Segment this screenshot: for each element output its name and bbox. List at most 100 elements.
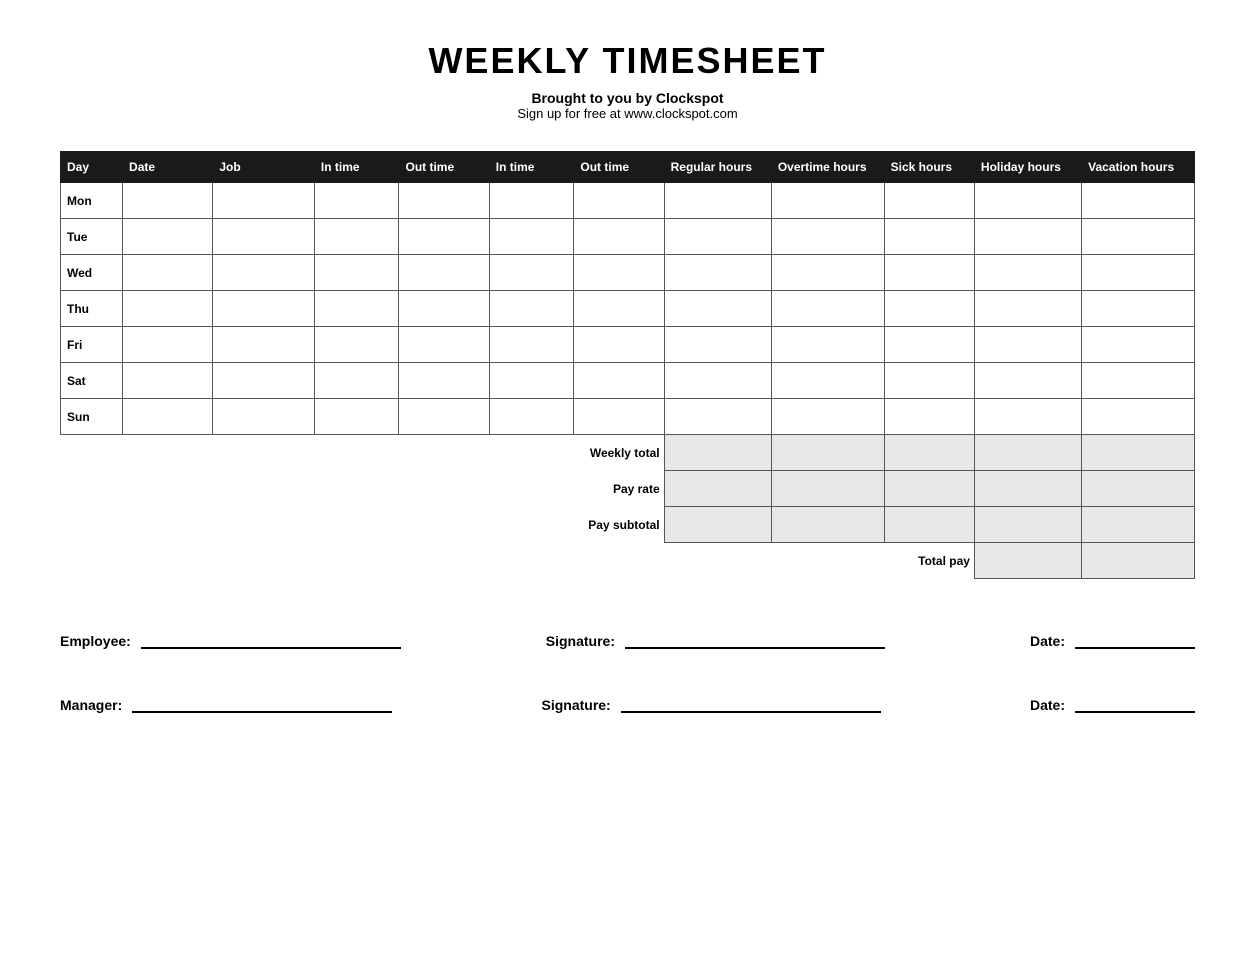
cell-sat-sick[interactable] bbox=[884, 363, 974, 399]
cell-mon-date[interactable] bbox=[123, 183, 213, 219]
cell-tue-regular[interactable] bbox=[664, 219, 771, 255]
cell-fri-sick[interactable] bbox=[884, 327, 974, 363]
cell-wed-job[interactable] bbox=[213, 255, 315, 291]
cell-payrate-vacation[interactable] bbox=[1082, 471, 1195, 507]
cell-tue-out1[interactable] bbox=[399, 219, 489, 255]
cell-sun-in2[interactable] bbox=[489, 399, 574, 435]
cell-fri-in2[interactable] bbox=[489, 327, 574, 363]
manager-signature-line[interactable] bbox=[621, 693, 881, 713]
cell-tue-job[interactable] bbox=[213, 219, 315, 255]
cell-sun-job[interactable] bbox=[213, 399, 315, 435]
cell-wed-in1[interactable] bbox=[314, 255, 399, 291]
cell-wed-date[interactable] bbox=[123, 255, 213, 291]
cell-sat-in1[interactable] bbox=[314, 363, 399, 399]
cell-tue-overtime[interactable] bbox=[771, 219, 884, 255]
cell-mon-in2[interactable] bbox=[489, 183, 574, 219]
cell-sun-holiday[interactable] bbox=[974, 399, 1081, 435]
cell-sun-vacation[interactable] bbox=[1082, 399, 1195, 435]
cell-thu-in2[interactable] bbox=[489, 291, 574, 327]
cell-mon-holiday[interactable] bbox=[974, 183, 1081, 219]
cell-subtotal-sick[interactable] bbox=[884, 507, 974, 543]
cell-fri-overtime[interactable] bbox=[771, 327, 884, 363]
cell-totalpay-col1[interactable] bbox=[974, 543, 1081, 579]
employee-line[interactable] bbox=[141, 629, 401, 649]
cell-thu-vacation[interactable] bbox=[1082, 291, 1195, 327]
cell-wed-out1[interactable] bbox=[399, 255, 489, 291]
cell-total-vacation[interactable] bbox=[1082, 435, 1195, 471]
cell-sat-job[interactable] bbox=[213, 363, 315, 399]
cell-wed-sick[interactable] bbox=[884, 255, 974, 291]
cell-sat-holiday[interactable] bbox=[974, 363, 1081, 399]
cell-sun-sick[interactable] bbox=[884, 399, 974, 435]
cell-tue-holiday[interactable] bbox=[974, 219, 1081, 255]
cell-payrate-regular[interactable] bbox=[664, 471, 771, 507]
cell-wed-overtime[interactable] bbox=[771, 255, 884, 291]
cell-mon-vacation[interactable] bbox=[1082, 183, 1195, 219]
cell-wed-holiday[interactable] bbox=[974, 255, 1081, 291]
cell-payrate-overtime[interactable] bbox=[771, 471, 884, 507]
cell-thu-in1[interactable] bbox=[314, 291, 399, 327]
cell-fri-regular[interactable] bbox=[664, 327, 771, 363]
cell-sat-vacation[interactable] bbox=[1082, 363, 1195, 399]
cell-sun-date[interactable] bbox=[123, 399, 213, 435]
cell-mon-in1[interactable] bbox=[314, 183, 399, 219]
cell-thu-date[interactable] bbox=[123, 291, 213, 327]
cell-sat-date[interactable] bbox=[123, 363, 213, 399]
cell-tue-sick[interactable] bbox=[884, 219, 974, 255]
cell-thu-regular[interactable] bbox=[664, 291, 771, 327]
cell-mon-job[interactable] bbox=[213, 183, 315, 219]
cell-fri-holiday[interactable] bbox=[974, 327, 1081, 363]
cell-fri-in1[interactable] bbox=[314, 327, 399, 363]
cell-mon-out2[interactable] bbox=[574, 183, 664, 219]
cell-sun-out2[interactable] bbox=[574, 399, 664, 435]
cell-tue-date[interactable] bbox=[123, 219, 213, 255]
cell-tue-in1[interactable] bbox=[314, 219, 399, 255]
cell-sat-out2[interactable] bbox=[574, 363, 664, 399]
cell-total-overtime[interactable] bbox=[771, 435, 884, 471]
manager-date-line[interactable] bbox=[1075, 693, 1195, 713]
cell-payrate-sick[interactable] bbox=[884, 471, 974, 507]
cell-tue-out2[interactable] bbox=[574, 219, 664, 255]
manager-line[interactable] bbox=[132, 693, 392, 713]
cell-wed-regular[interactable] bbox=[664, 255, 771, 291]
cell-total-sick[interactable] bbox=[884, 435, 974, 471]
cell-subtotal-vacation[interactable] bbox=[1082, 507, 1195, 543]
cell-sat-overtime[interactable] bbox=[771, 363, 884, 399]
cell-subtotal-holiday[interactable] bbox=[974, 507, 1081, 543]
cell-mon-regular[interactable] bbox=[664, 183, 771, 219]
cell-mon-out1[interactable] bbox=[399, 183, 489, 219]
cell-mon-overtime[interactable] bbox=[771, 183, 884, 219]
cell-fri-date[interactable] bbox=[123, 327, 213, 363]
cell-thu-overtime[interactable] bbox=[771, 291, 884, 327]
cell-total-holiday[interactable] bbox=[974, 435, 1081, 471]
cell-thu-sick[interactable] bbox=[884, 291, 974, 327]
cell-sat-in2[interactable] bbox=[489, 363, 574, 399]
cell-thu-job[interactable] bbox=[213, 291, 315, 327]
cell-totalpay-col2[interactable] bbox=[1082, 543, 1195, 579]
cell-sun-in1[interactable] bbox=[314, 399, 399, 435]
cell-sun-overtime[interactable] bbox=[771, 399, 884, 435]
cell-tue-vacation[interactable] bbox=[1082, 219, 1195, 255]
cell-wed-in2[interactable] bbox=[489, 255, 574, 291]
cell-sat-regular[interactable] bbox=[664, 363, 771, 399]
cell-wed-out2[interactable] bbox=[574, 255, 664, 291]
cell-thu-out2[interactable] bbox=[574, 291, 664, 327]
employee-date-line[interactable] bbox=[1075, 629, 1195, 649]
cell-thu-holiday[interactable] bbox=[974, 291, 1081, 327]
cell-fri-out2[interactable] bbox=[574, 327, 664, 363]
cell-subtotal-regular[interactable] bbox=[664, 507, 771, 543]
cell-total-regular[interactable] bbox=[664, 435, 771, 471]
cell-sun-out1[interactable] bbox=[399, 399, 489, 435]
cell-tue-in2[interactable] bbox=[489, 219, 574, 255]
cell-fri-out1[interactable] bbox=[399, 327, 489, 363]
cell-fri-job[interactable] bbox=[213, 327, 315, 363]
cell-thu-out1[interactable] bbox=[399, 291, 489, 327]
employee-signature-line[interactable] bbox=[625, 629, 885, 649]
cell-payrate-holiday[interactable] bbox=[974, 471, 1081, 507]
cell-sat-out1[interactable] bbox=[399, 363, 489, 399]
cell-wed-vacation[interactable] bbox=[1082, 255, 1195, 291]
cell-sun-regular[interactable] bbox=[664, 399, 771, 435]
cell-fri-vacation[interactable] bbox=[1082, 327, 1195, 363]
cell-subtotal-overtime[interactable] bbox=[771, 507, 884, 543]
cell-mon-sick[interactable] bbox=[884, 183, 974, 219]
